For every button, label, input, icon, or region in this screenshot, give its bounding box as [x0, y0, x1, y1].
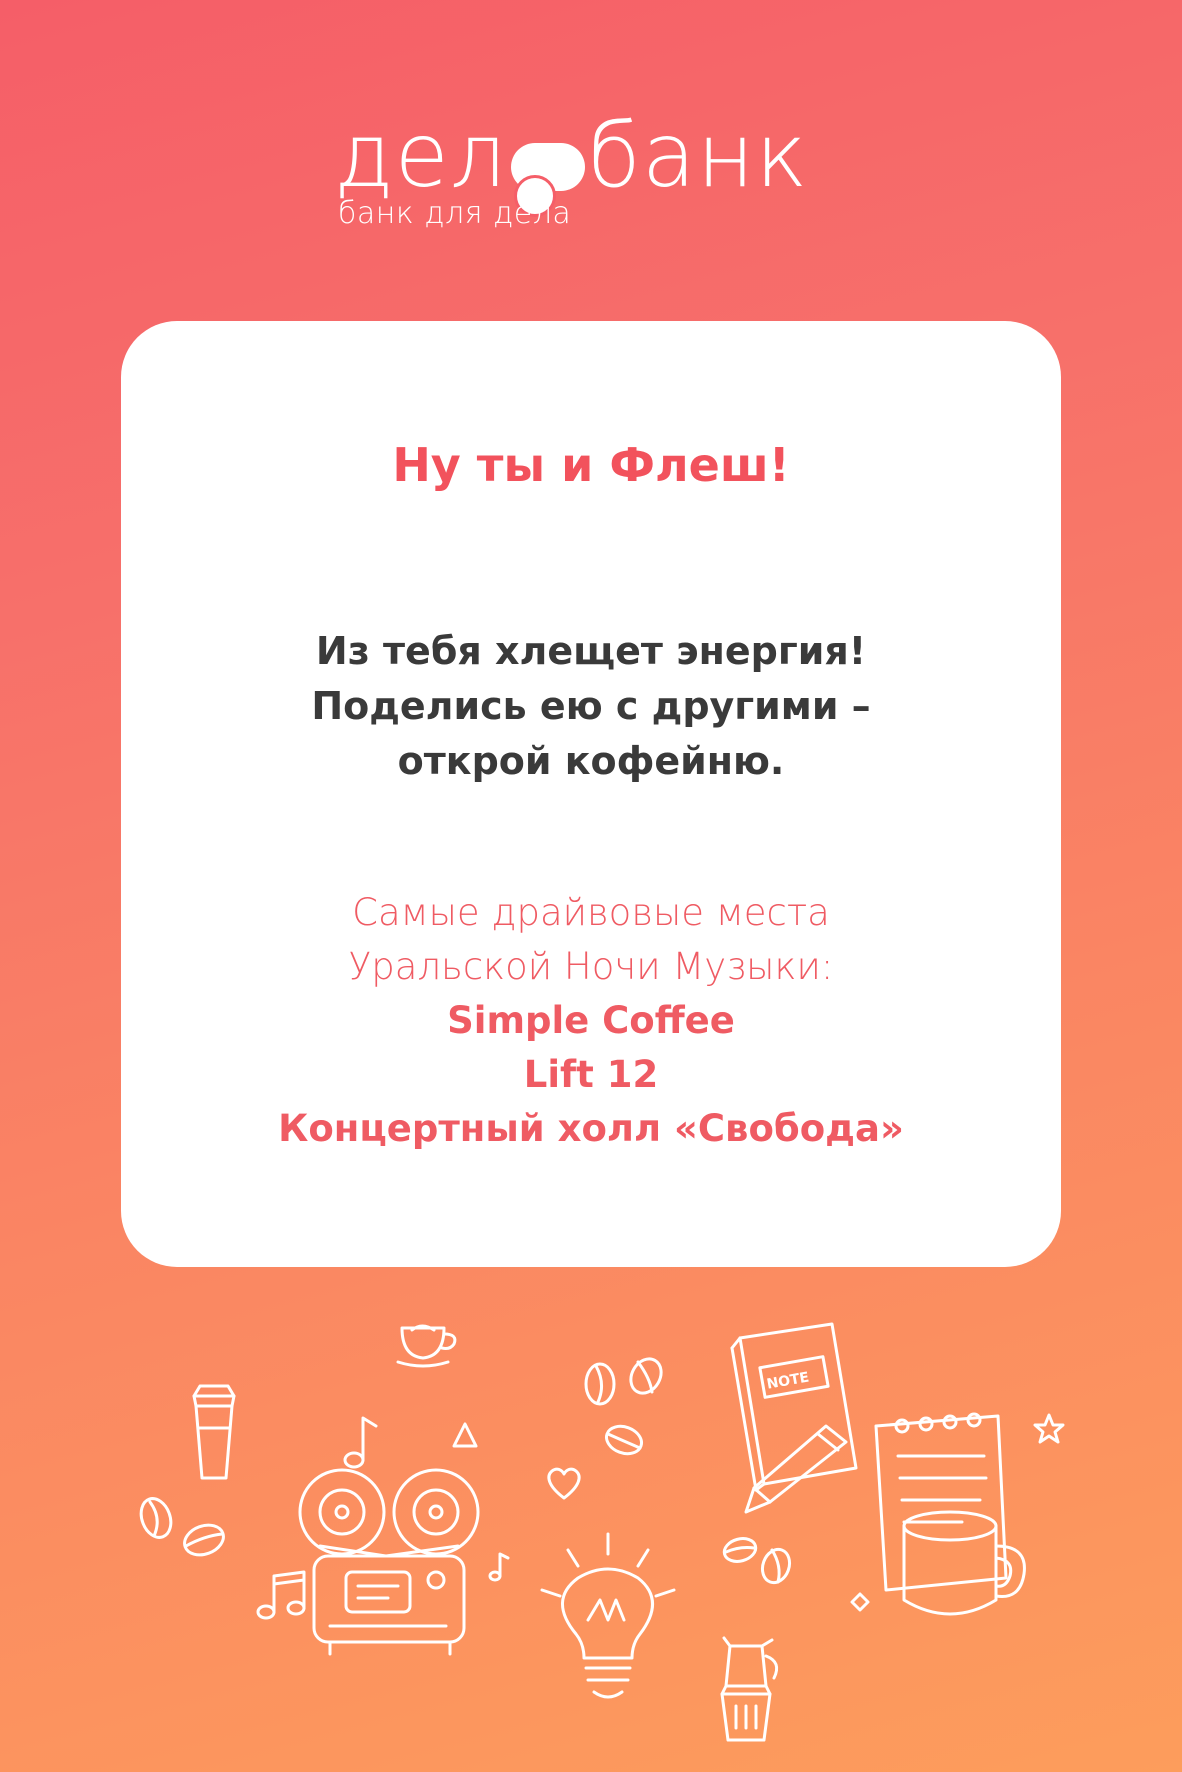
heart-icon: [547, 1467, 581, 1500]
coffee-beans-icon: [584, 1357, 663, 1456]
music-note-icon: [488, 1552, 510, 1582]
places-intro-line: Уральской Ночи Музыки:: [348, 945, 834, 988]
delobank-logo: дел банк банк для дела: [334, 108, 854, 238]
message-card: Ну ты и Флеш! Из тебя хлещет энергия! По…: [121, 321, 1061, 1267]
diamond-icon: [850, 1592, 870, 1612]
lightbulb-icon: [540, 1532, 676, 1699]
takeaway-cup-icon: [192, 1384, 236, 1480]
coffee-cup-icon: [396, 1324, 457, 1368]
body-line: Из тебя хлещет энергия!: [315, 629, 867, 673]
places-block: Самые драйвовые места Уральской Ночи Муз…: [121, 886, 1061, 1156]
coffee-beans-icon: [139, 1497, 225, 1557]
logo-tagline: банк для дела: [338, 196, 572, 231]
star-icon: [1033, 1413, 1065, 1444]
place-name: Концертный холл «Свобода»: [278, 1107, 904, 1150]
coffee-beans-icon: [722, 1537, 792, 1585]
card-title: Ну ты и Флеш!: [392, 438, 790, 492]
body-line: открой кофейню.: [397, 739, 785, 783]
place-name: Simple Coffee: [447, 999, 735, 1042]
triangle-icon: [452, 1422, 478, 1448]
logo-word-right: банк: [586, 104, 809, 207]
reel-tape-recorder-icon: [298, 1468, 480, 1656]
place-name: Lift 12: [523, 1053, 659, 1096]
doodle-illustrations: NOTE: [0, 1300, 1182, 1772]
pencil-icon: [744, 1424, 848, 1514]
logo-wordmark: дел банк: [334, 104, 809, 217]
logo-word-left: дел: [334, 104, 507, 207]
places-intro-line: Самые драйвовые места: [352, 891, 830, 934]
card-body: Из тебя хлещет энергия! Поделись ею с др…: [121, 624, 1061, 789]
moka-pot-icon: [720, 1636, 779, 1742]
mug-icon: [902, 1510, 1026, 1616]
body-line: Поделись ею с другими –: [311, 684, 871, 728]
logo-pill-icon: [510, 143, 585, 217]
poster: дел банк банк для дела Ну ты и Флеш! Из …: [0, 0, 1182, 1772]
